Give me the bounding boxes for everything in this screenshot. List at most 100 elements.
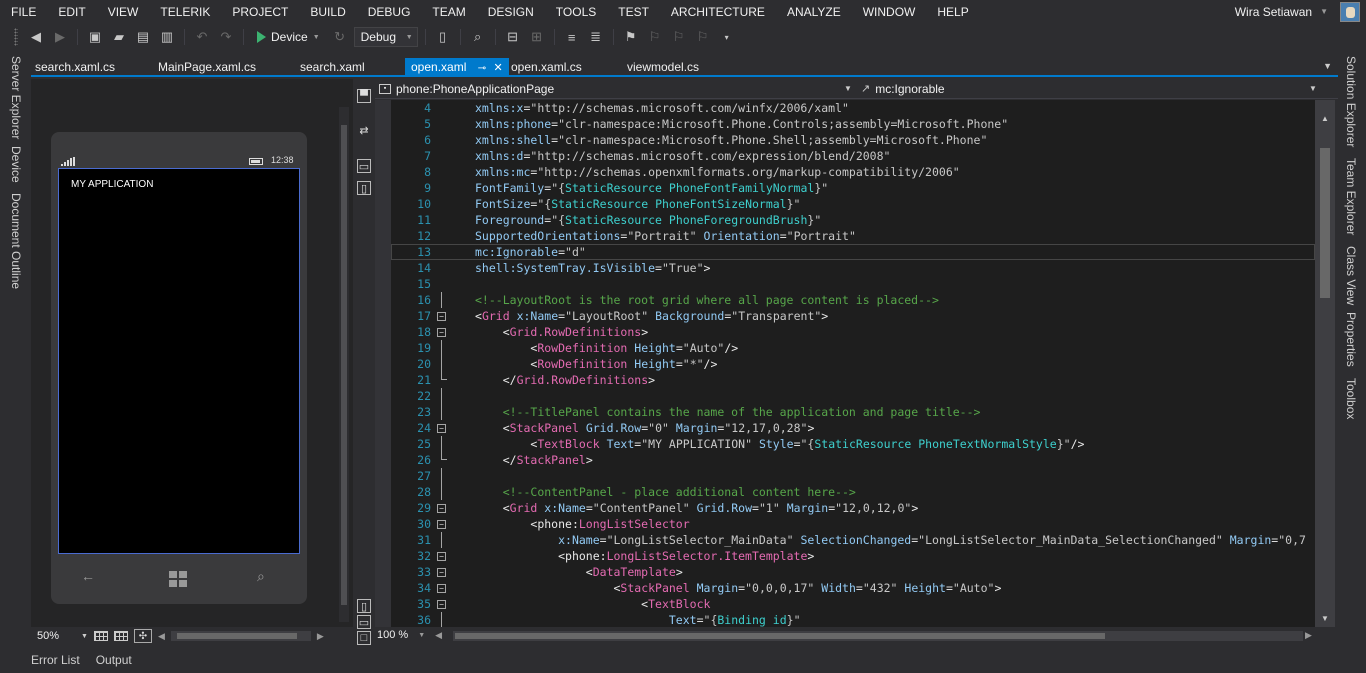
collapse-region-icon[interactable]: − — [437, 584, 446, 593]
toolbar-overflow-icon[interactable]: ▾ — [717, 27, 737, 47]
code-text[interactable]: <!--ContentPanel - place additional cont… — [475, 484, 856, 500]
tab-overflow-icon[interactable]: ▼ — [1323, 61, 1332, 71]
code-text[interactable]: shell:SystemTray.IsVisible="True"> — [475, 260, 710, 276]
distribute-icon[interactable]: ⊞ — [527, 27, 547, 47]
code-text[interactable]: <RowDefinition Height="Auto"/> — [475, 340, 738, 356]
code-text[interactable]: Text="{Binding id}" — [475, 612, 801, 627]
code-text[interactable]: Foreground="{StaticResource PhoneForegro… — [475, 212, 821, 228]
code-text[interactable]: <TextBlock Text="MY APPLICATION" Style="… — [475, 436, 1084, 452]
code-text[interactable]: <DataTemplate> — [475, 564, 683, 580]
code-line[interactable]: 35− <TextBlock — [391, 596, 1315, 612]
code-line[interactable]: 16 <!--LayoutRoot is the root grid where … — [391, 292, 1315, 308]
menu-item-telerik[interactable]: TELERIK — [149, 0, 221, 24]
code-text[interactable]: xmlns:mc="http://schemas.openxmlformats.… — [475, 164, 960, 180]
scrollbar-thumb[interactable] — [341, 125, 347, 605]
scroll-left-icon[interactable]: ◀ — [158, 631, 165, 642]
tab-search-xaml[interactable]: search.xaml — [296, 58, 369, 77]
code-line[interactable]: 20 <RowDefinition Height="*"/> — [391, 356, 1315, 372]
collapse-region-icon[interactable]: − — [437, 312, 446, 321]
tab-mainpage-xaml-cs[interactable]: MainPage.xaml.cs — [154, 58, 260, 77]
user-account[interactable]: Wira Setiawan ▼ — [1235, 0, 1328, 24]
code-text[interactable]: <Grid x:Name="ContentPanel" Grid.Row="1"… — [475, 500, 919, 516]
document-outline-tab[interactable]: Document Outline — [9, 193, 23, 289]
code-line[interactable]: 5 xmlns:phone="clr-namespace:Microsoft.Ph… — [391, 116, 1315, 132]
code-line[interactable]: 14 shell:SystemTray.IsVisible="True"> — [391, 260, 1315, 276]
xaml-designer[interactable]: 12:38 MY APPLICATION ← ⌕ — [31, 79, 353, 627]
class-view-tab[interactable]: Class View — [1344, 246, 1358, 305]
selection-margin[interactable] — [375, 100, 391, 627]
align-icon[interactable]: ⊟ — [503, 27, 523, 47]
designer-zoom-dropdown[interactable]: 50% ▼ — [37, 630, 88, 642]
collapse-region-icon[interactable]: − — [437, 520, 446, 529]
code-editor[interactable]: 4 xmlns:x="http://schemas.microsoft.com/w… — [375, 100, 1315, 627]
code-line[interactable]: 29− <Grid x:Name="ContentPanel" Grid.Row… — [391, 500, 1315, 516]
scroll-up-icon[interactable]: ▲ — [1321, 114, 1329, 123]
menu-item-team[interactable]: TEAM — [421, 0, 476, 24]
menu-item-test[interactable]: TEST — [607, 0, 660, 24]
scrollbar-thumb[interactable] — [455, 633, 1105, 639]
menu-item-window[interactable]: WINDOW — [852, 0, 927, 24]
code-line[interactable]: 33− <DataTemplate> — [391, 564, 1315, 580]
code-line[interactable]: 10 FontSize="{StaticResource PhoneFontSiz… — [391, 196, 1315, 212]
code-text[interactable]: xmlns:phone="clr-namespace:Microsoft.Pho… — [475, 116, 1008, 132]
code-line[interactable]: 34− <StackPanel Margin="0,0,0,17" Width=… — [391, 580, 1315, 596]
menu-item-build[interactable]: BUILD — [299, 0, 356, 24]
code-lines[interactable]: 4 xmlns:x="http://schemas.microsoft.com/w… — [391, 100, 1315, 627]
code-text[interactable]: <StackPanel Margin="0,0,0,17" Width="432… — [475, 580, 1001, 596]
scroll-down-icon[interactable]: ▼ — [1321, 614, 1329, 623]
code-line[interactable]: 7 xmlns:d="http://schemas.microsoft.com/e… — [391, 148, 1315, 164]
code-text[interactable]: </StackPanel> — [475, 452, 593, 468]
collapse-region-icon[interactable]: − — [437, 328, 446, 337]
menu-item-analyze[interactable]: ANALYZE — [776, 0, 852, 24]
team-explorer-tab[interactable]: Team Explorer — [1344, 158, 1358, 235]
scrollbar-thumb[interactable] — [1320, 148, 1330, 298]
expand-pane-icon[interactable]: ▯ — [357, 599, 371, 613]
app-title[interactable]: MY APPLICATION — [71, 179, 153, 190]
new-project-icon[interactable]: ▣ — [85, 27, 105, 47]
collapse-region-icon[interactable]: − — [437, 552, 446, 561]
device-tab[interactable]: Device — [9, 146, 23, 183]
code-text[interactable]: xmlns:x="http://schemas.microsoft.com/wi… — [475, 100, 849, 116]
code-text[interactable]: FontFamily="{StaticResource PhoneFontFam… — [475, 180, 828, 196]
code-text[interactable]: <Grid x:Name="LayoutRoot" Background="Tr… — [475, 308, 828, 324]
menu-item-edit[interactable]: EDIT — [47, 0, 96, 24]
snap-to-grid-icon[interactable] — [113, 631, 128, 641]
code-line[interactable]: 23 <!--TitlePanel contains the name of t… — [391, 404, 1315, 420]
code-line[interactable]: 27 — [391, 468, 1315, 484]
code-text[interactable]: <phone:LongListSelector.ItemTemplate> — [475, 548, 814, 564]
designer-vertical-scrollbar[interactable] — [339, 107, 349, 622]
code-text[interactable]: <TextBlock — [475, 596, 710, 612]
code-text[interactable]: FontSize="{StaticResource PhoneFontSizeN… — [475, 196, 800, 212]
code-line[interactable]: 18− <Grid.RowDefinitions> — [391, 324, 1315, 340]
menu-item-design[interactable]: DESIGN — [477, 0, 545, 24]
menu-item-view[interactable]: VIEW — [97, 0, 150, 24]
solution-explorer-tab[interactable]: Solution Explorer — [1344, 56, 1358, 147]
collapse-region-icon[interactable]: − — [437, 504, 446, 513]
scroll-right-icon[interactable]: ▶ — [317, 631, 324, 642]
scroll-left-icon[interactable]: ◀ — [435, 630, 442, 641]
collapse-pane-icon[interactable]: ▭ — [357, 615, 371, 629]
designer-horizontal-scrollbar[interactable] — [170, 631, 311, 641]
maximize-pane-icon[interactable]: □ — [357, 631, 371, 645]
show-grid-icon[interactable] — [93, 631, 108, 641]
code-line[interactable]: 26 </StackPanel> — [391, 452, 1315, 468]
save-icon[interactable]: ▤ — [133, 27, 153, 47]
code-line[interactable]: 13 mc:Ignorable="d" — [391, 244, 1315, 260]
code-line[interactable]: 9 FontFamily="{StaticResource PhoneFontFa… — [391, 180, 1315, 196]
member-dropdown[interactable]: ↗ mc:Ignorable ▼ — [861, 79, 1321, 99]
code-text[interactable]: <!--LayoutRoot is the root grid where al… — [475, 292, 939, 308]
code-line[interactable]: 30− <phone:LongListSelector — [391, 516, 1315, 532]
swap-panes-icon[interactable]: ⇄ — [357, 123, 371, 137]
clear-bookmarks-icon[interactable]: ⚐ — [693, 27, 713, 47]
code-line[interactable]: 8 xmlns:mc="http://schemas.openxmlformats… — [391, 164, 1315, 180]
code-line[interactable]: 19 <RowDefinition Height="Auto"/> — [391, 340, 1315, 356]
close-icon[interactable]: ✕ — [493, 62, 502, 74]
editor-vertical-scrollbar[interactable]: ▲ ▼ — [1315, 100, 1335, 627]
code-text[interactable]: mc:Ignorable="d" — [475, 244, 586, 260]
code-line[interactable]: 32− <phone:LongListSelector.ItemTemplate… — [391, 548, 1315, 564]
code-line[interactable]: 15 — [391, 276, 1315, 292]
chevron-down-icon[interactable]: ▼ — [313, 34, 320, 41]
code-line[interactable]: 21 </Grid.RowDefinitions> — [391, 372, 1315, 388]
editor-horizontal-scrollbar[interactable] — [453, 631, 1303, 641]
type-dropdown[interactable]: ▪ phone:PhoneApplicationPage ▼ — [379, 79, 855, 99]
